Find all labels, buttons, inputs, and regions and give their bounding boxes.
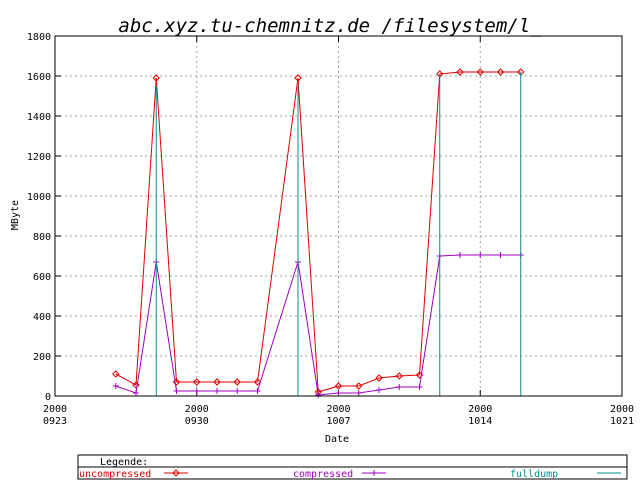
- uncompressed-segment: [297, 77, 319, 393]
- x-tick-label: 2000: [185, 404, 209, 415]
- y-tick-label: 1400: [27, 112, 51, 123]
- compressed-segment: [257, 261, 299, 392]
- compressed-point: [376, 387, 382, 393]
- legend-label-uncompressed: uncompressed: [79, 469, 151, 480]
- y-tick-label: 600: [33, 272, 51, 283]
- uncompressed-segment: [257, 77, 299, 383]
- legend-label-fulldump: fulldump: [510, 469, 558, 480]
- x-tick-label: 0923: [43, 416, 67, 427]
- uncompressed-segment: [115, 373, 137, 386]
- legend: Legende: uncompressed compressed fulldump: [77, 454, 628, 480]
- y-tick-label: 200: [33, 352, 51, 363]
- y-tick-label: 1000: [27, 192, 51, 203]
- x-tick-label: 2000: [43, 404, 67, 415]
- series-layer: [112, 68, 525, 398]
- x-tick-label: 2000: [326, 404, 350, 415]
- compressed-point: [234, 388, 241, 394]
- y-tick-label: 800: [33, 232, 51, 243]
- compressed-segment: [378, 386, 400, 391]
- y-tick-label: 1200: [27, 152, 51, 163]
- y-tick-label: 1600: [27, 72, 51, 83]
- compressed-segment: [115, 385, 137, 394]
- compressed-segment: [135, 261, 157, 394]
- grid: [55, 36, 622, 396]
- legend-label-compressed: compressed: [293, 469, 353, 480]
- compressed-point: [396, 384, 403, 390]
- chart-title: abc.xyz.tu-chemnitz.de /filesystem/l_: [118, 15, 542, 37]
- y-tick-label: 400: [33, 312, 51, 323]
- y-axis-label: MByte: [10, 200, 21, 230]
- compressed-point: [214, 388, 220, 394]
- x-axis-label: Date: [325, 434, 349, 445]
- compressed-segment: [439, 254, 461, 257]
- compressed-segment: [358, 389, 380, 394]
- compressed-point: [457, 252, 463, 258]
- uncompressed-segment: [135, 77, 157, 386]
- uncompressed-segment: [155, 77, 177, 383]
- x-tick-label: 1021: [610, 416, 634, 427]
- compressed-point: [173, 388, 180, 394]
- axis-ticks: 0200400600800100012001400160018002000092…: [27, 32, 634, 427]
- compressed-point: [477, 252, 484, 258]
- compressed-point: [335, 390, 342, 396]
- compressed-point: [355, 390, 362, 396]
- chart-svg: abc.xyz.tu-chemnitz.de /filesystem/l_ MB…: [10, 15, 634, 480]
- uncompressed-segment: [419, 73, 441, 376]
- compressed-point: [112, 383, 119, 389]
- legend-title: Legende:: [100, 457, 148, 468]
- x-tick-label: 2000: [468, 404, 492, 415]
- compressed-point: [193, 388, 200, 394]
- y-tick-label: 0: [45, 392, 51, 403]
- compressed-segment: [155, 261, 177, 392]
- x-tick-label: 0930: [185, 416, 209, 427]
- compressed-point: [133, 390, 139, 396]
- chart: abc.xyz.tu-chemnitz.de /filesystem/l_ MB…: [0, 0, 640, 480]
- uncompressed-segment: [318, 385, 339, 393]
- compressed-segment: [318, 392, 339, 396]
- x-tick-label: 1014: [468, 416, 492, 427]
- y-tick-label: 1800: [27, 32, 51, 43]
- compressed-point: [416, 384, 423, 390]
- compressed-point: [254, 388, 261, 394]
- x-tick-label: 2000: [610, 404, 634, 415]
- uncompressed-segment: [358, 377, 380, 387]
- x-tick-label: 1007: [326, 416, 350, 427]
- compressed-segment: [297, 261, 319, 396]
- compressed-point: [497, 252, 504, 258]
- compressed-segment: [419, 255, 441, 388]
